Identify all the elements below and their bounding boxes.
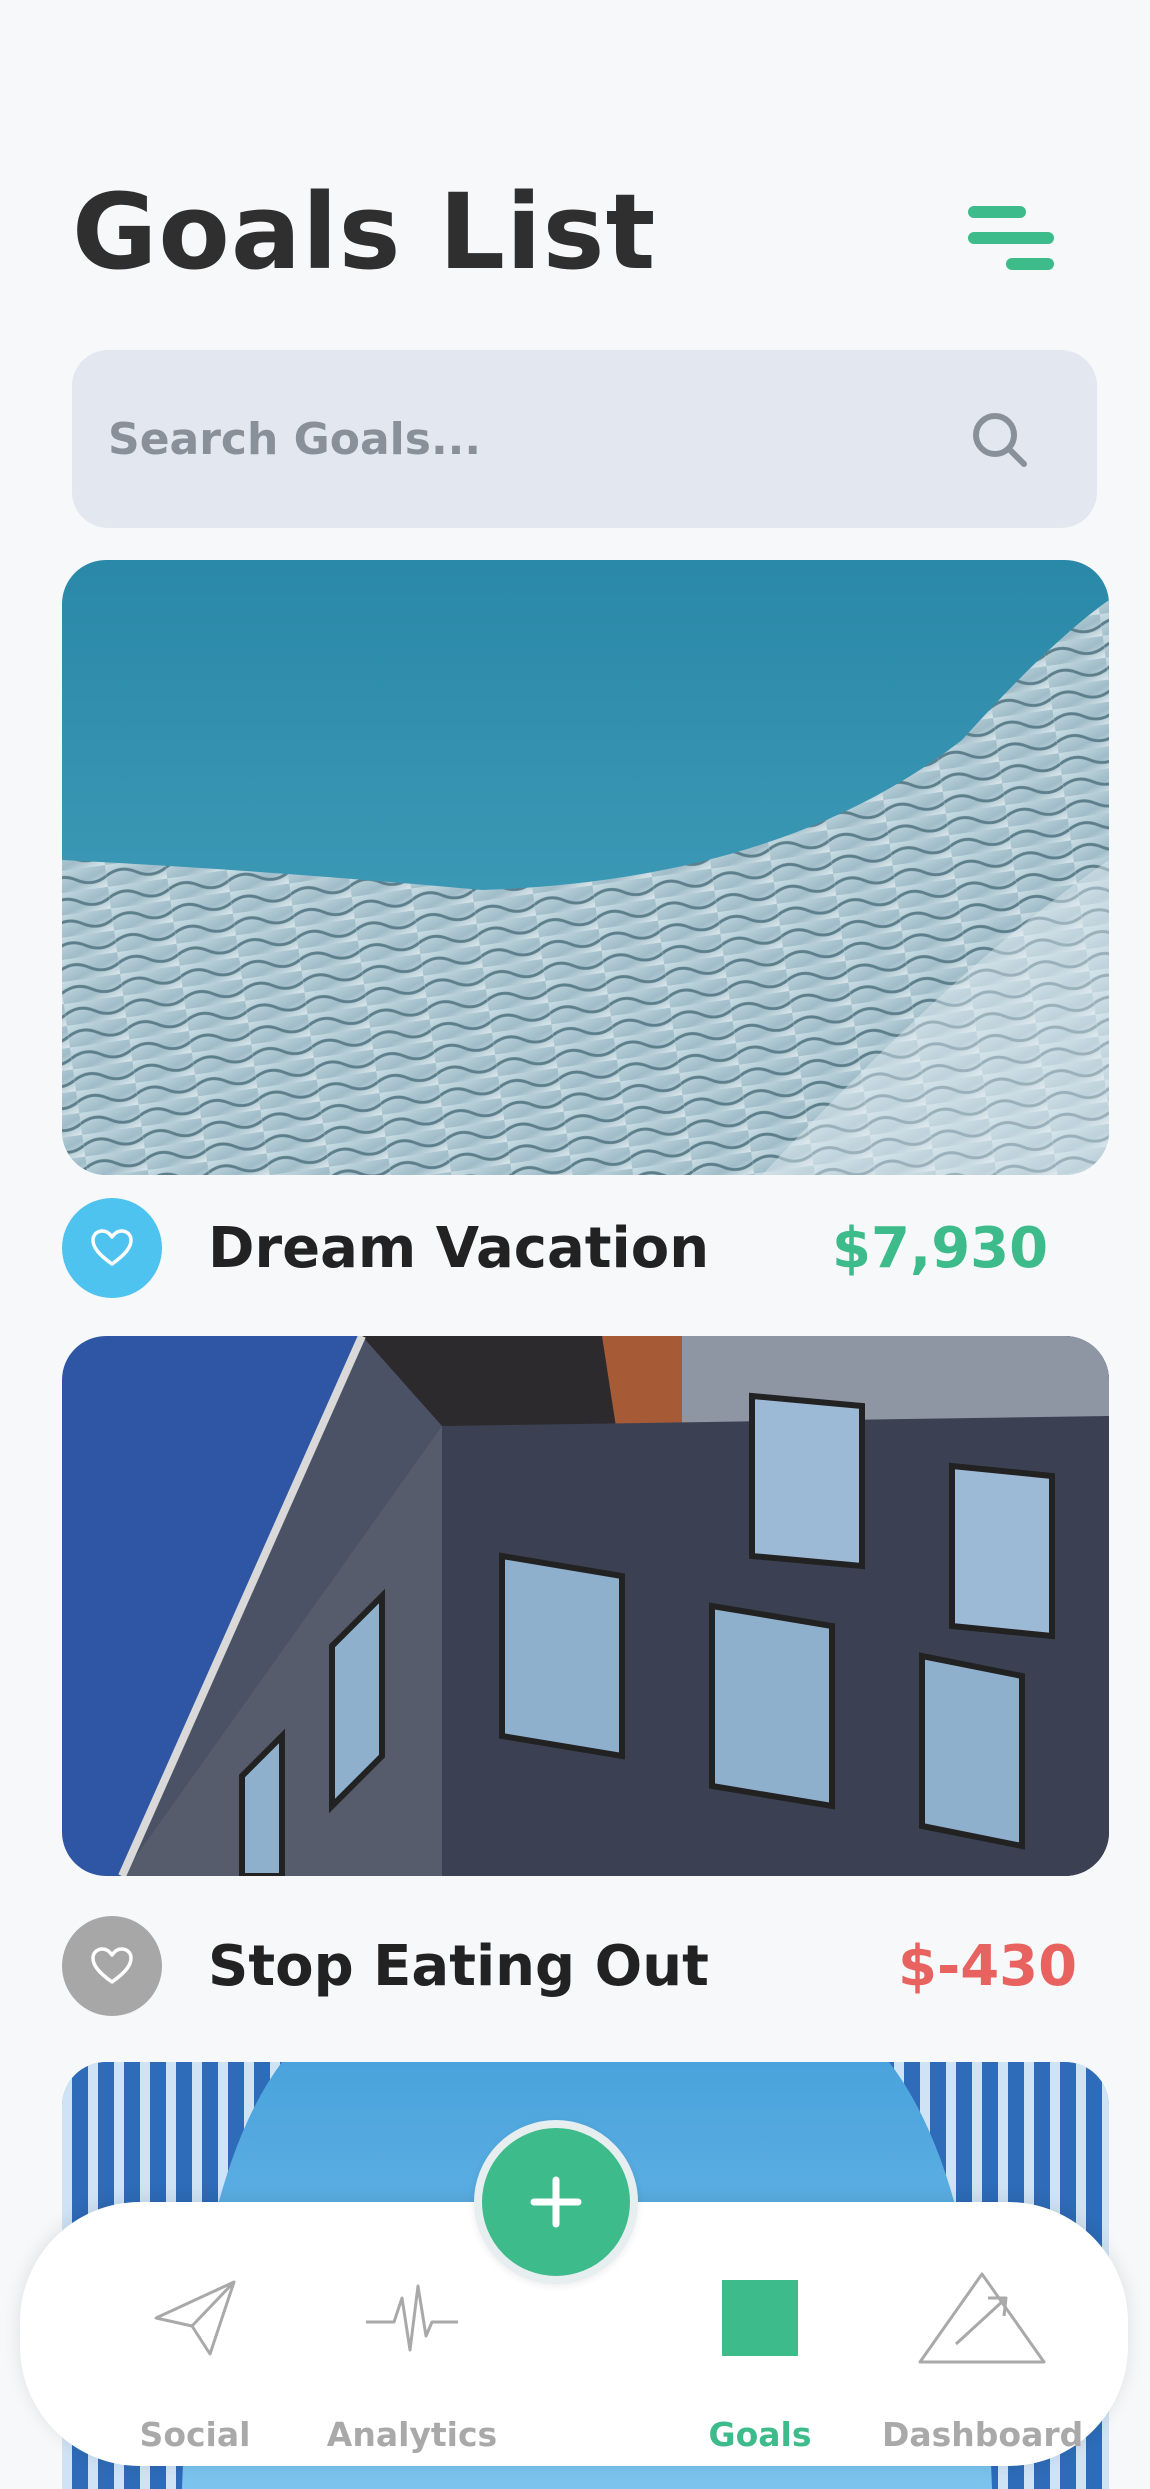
- menu-line-icon: [1006, 258, 1054, 270]
- triangle-arrow-icon: [918, 2272, 1046, 2364]
- goal-image-architecture[interactable]: [62, 560, 1109, 1175]
- nav-label: Analytics: [326, 2415, 498, 2454]
- nav-label: Goals: [708, 2415, 812, 2454]
- nav-item-dashboard[interactable]: Dashboard: [882, 2202, 1084, 2466]
- goal-row-stop-eating-out[interactable]: Stop Eating Out $-430: [62, 1916, 1109, 2016]
- goal-amount: $7,930: [832, 1216, 1049, 1281]
- search-bar: [72, 350, 1097, 528]
- menu-button[interactable]: [968, 206, 1054, 272]
- menu-line-icon: [968, 232, 1054, 244]
- goal-name: Stop Eating Out: [208, 1934, 709, 1999]
- pulse-icon: [366, 2284, 458, 2352]
- goal-image-building[interactable]: [62, 1336, 1109, 1876]
- search-icon[interactable]: [970, 410, 1030, 470]
- favorite-button[interactable]: [62, 1916, 162, 2016]
- nav-label: Social: [139, 2415, 251, 2454]
- square-icon: [722, 2280, 798, 2356]
- nav-item-analytics[interactable]: Analytics: [312, 2202, 512, 2466]
- page-title: Goals List: [72, 171, 657, 293]
- goal-row-dream-vacation[interactable]: Dream Vacation $7,930: [62, 1198, 1109, 1298]
- heart-icon: [91, 1947, 133, 1984]
- goal-name: Dream Vacation: [208, 1216, 710, 1281]
- search-input[interactable]: [108, 350, 988, 528]
- nav-item-social[interactable]: Social: [110, 2202, 280, 2466]
- heart-icon: [91, 1229, 133, 1266]
- add-goal-button[interactable]: [474, 2120, 638, 2284]
- menu-line-icon: [968, 206, 1026, 218]
- plus-icon: [530, 2176, 582, 2228]
- nav-label: Dashboard: [882, 2415, 1084, 2454]
- favorite-button[interactable]: [62, 1198, 162, 1298]
- paper-plane-icon: [154, 2280, 236, 2356]
- nav-item-goals[interactable]: Goals: [675, 2202, 845, 2466]
- goal-amount: $-430: [898, 1934, 1078, 1999]
